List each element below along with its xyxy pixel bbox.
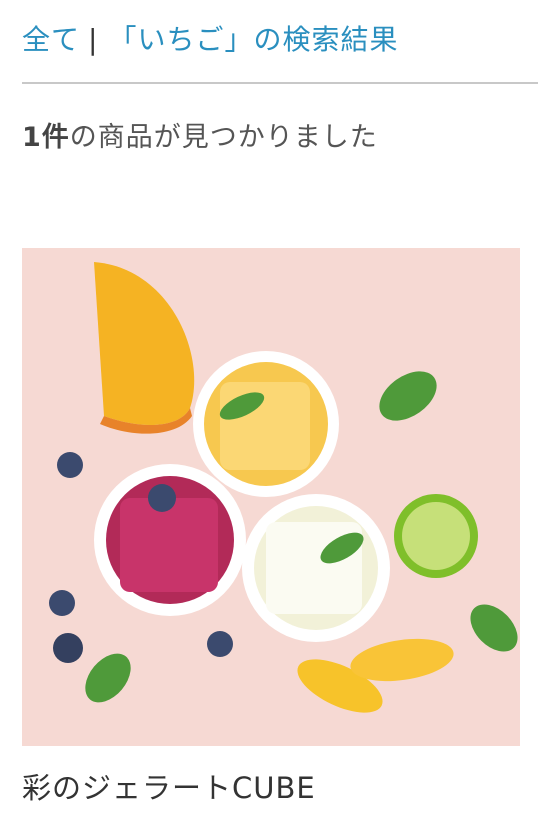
breadcrumb-all-link[interactable]: 全て bbox=[22, 23, 80, 56]
breadcrumb: 全て | 「いちご」の検索結果 bbox=[22, 20, 398, 60]
product-name[interactable]: 彩のジェラートCUBE bbox=[22, 768, 316, 808]
result-count-text: 1件の商品が見つかりました bbox=[22, 118, 378, 158]
divider bbox=[22, 82, 538, 84]
product-card[interactable]: 彩のジェラートCUBE bbox=[22, 248, 520, 805]
result-count-suffix: の商品が見つかりました bbox=[69, 122, 378, 153]
gelato-photo-icon[interactable] bbox=[22, 248, 520, 746]
breadcrumb-separator: | bbox=[88, 23, 99, 56]
breadcrumb-current: 「いちご」の検索結果 bbox=[108, 23, 399, 56]
search-results-page: 全て | 「いちご」の検索結果 1件の商品が見つかりました 彩のジェラートCUB… bbox=[0, 0, 538, 814]
result-count-number: 1件 bbox=[22, 122, 70, 153]
